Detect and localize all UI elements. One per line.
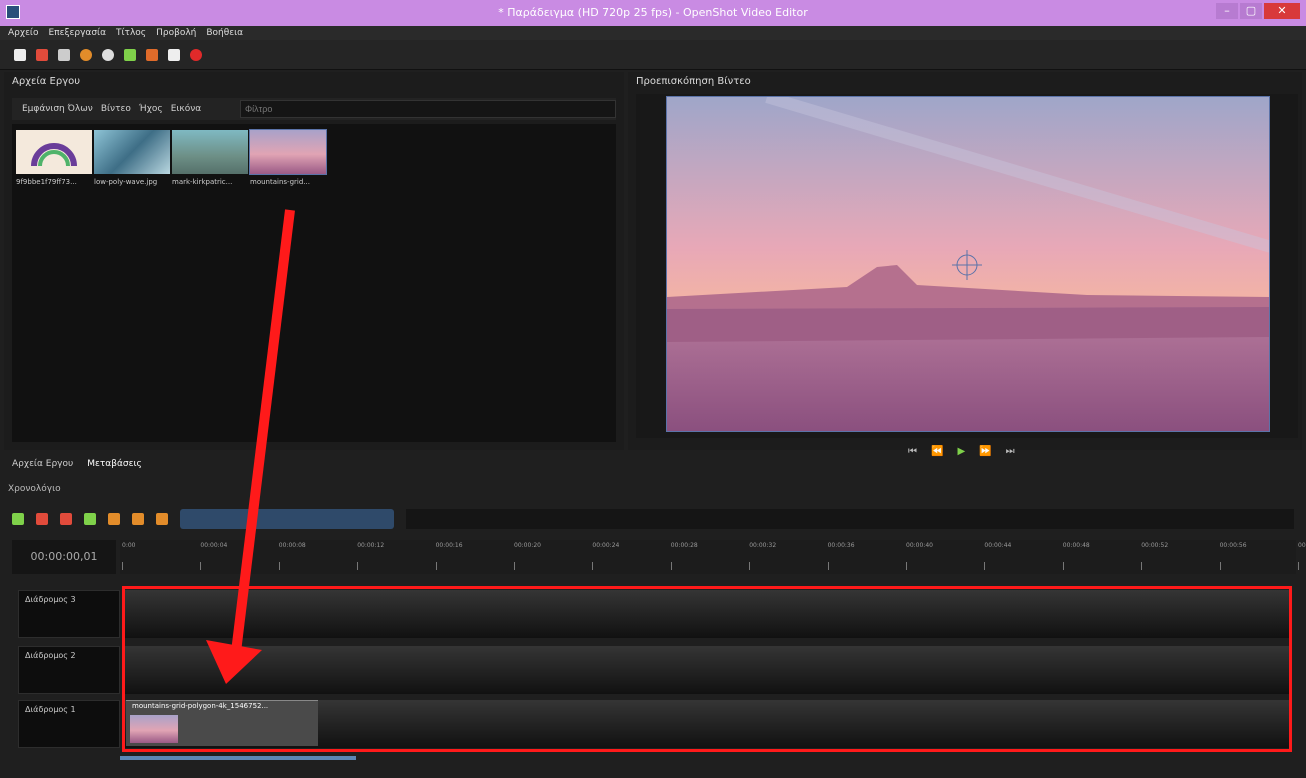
annotation-arrow [206,209,295,684]
timeline-scrollbar[interactable] [120,756,356,760]
